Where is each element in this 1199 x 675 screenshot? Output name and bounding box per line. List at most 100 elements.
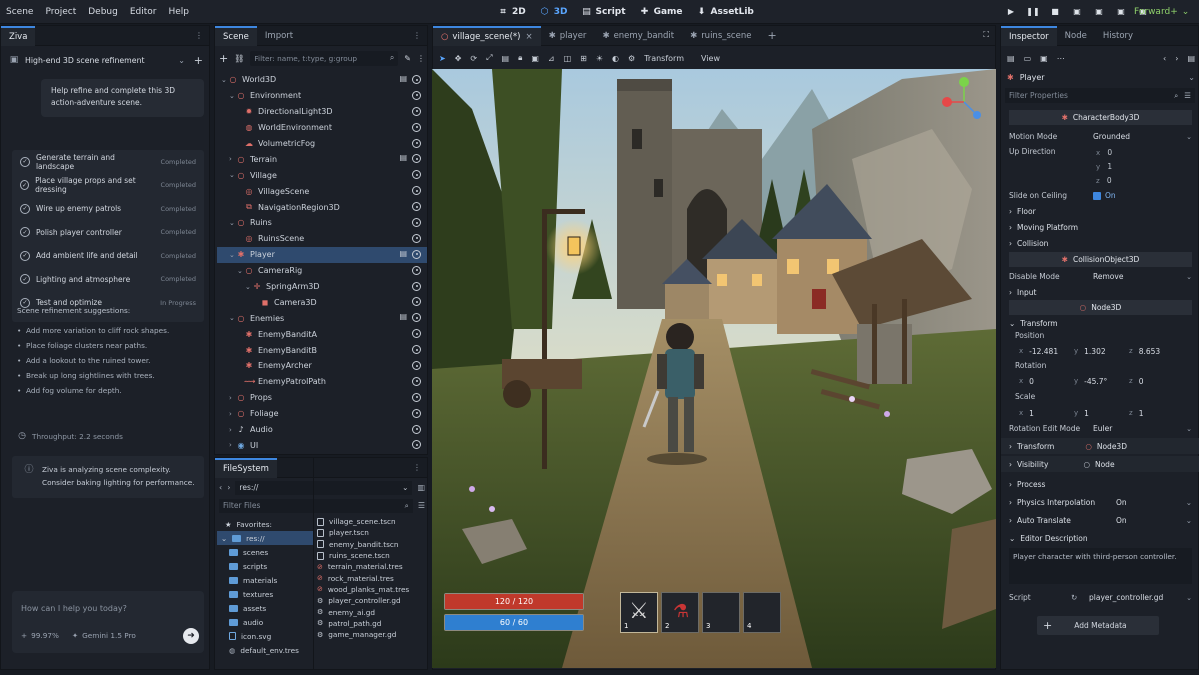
lock-icon[interactable]: 🔒︎ (518, 53, 522, 63)
favorites-row[interactable]: ★ Favorites: (217, 517, 313, 531)
chevron-right-icon[interactable]: › (229, 410, 236, 418)
tree-node[interactable]: › ○ Foliage (217, 406, 427, 422)
fs-root-row[interactable]: ⌄ res:// (217, 531, 313, 545)
environment-icon[interactable]: ◐ (612, 54, 619, 63)
section-floor[interactable]: › Floor (1001, 203, 1199, 219)
more-icon[interactable]: ⋯ (1057, 54, 1065, 63)
move-tool-icon[interactable]: ✥ (455, 54, 462, 63)
checkbox-icon[interactable] (1093, 191, 1101, 200)
fs-folder-row[interactable]: textures (217, 587, 313, 601)
prop-up-direction[interactable]: Up Direction x 0 y 1 z 0 (1001, 144, 1199, 188)
local-space-icon[interactable]: ◫ (564, 54, 572, 63)
tree-node[interactable]: ✱ EnemyBanditA (217, 326, 427, 342)
position-y[interactable]: y 1.302 (1074, 344, 1129, 358)
stop-icon[interactable]: ■ (1048, 4, 1062, 18)
fs-file-row[interactable]: ⚙ enemy_ai.gd (317, 606, 427, 617)
editor-description-text[interactable]: Player character with third-person contr… (1009, 548, 1192, 584)
tab-inspector[interactable]: Inspector (1001, 25, 1057, 46)
section-editor-description[interactable]: ⌄ Editor Description (1001, 530, 1199, 546)
visibility-eye-icon[interactable] (412, 408, 421, 418)
tree-node[interactable]: ✹ DirectionalLight3D (217, 104, 427, 120)
position-z[interactable]: z 8.653 (1129, 344, 1184, 358)
tree-node[interactable]: › ○ Props (217, 390, 427, 406)
fs-file-row[interactable]: player.tscn (317, 527, 427, 538)
chevron-down-icon[interactable]: ⌄ (229, 219, 236, 227)
section-physics-interpolation[interactable]: › Physics Interpolation On ⌄ (1001, 494, 1199, 510)
visibility-eye-icon[interactable] (412, 138, 421, 148)
chevron-down-icon[interactable]: ⌄ (237, 267, 244, 275)
scale-z[interactable]: z1 (1129, 406, 1184, 420)
fs-file-row[interactable]: ⊘ rock_material.tres (317, 572, 427, 583)
tab-ziva[interactable]: Ziva (1, 25, 36, 46)
chevron-down-icon[interactable]: ⌄ (221, 76, 228, 84)
tree-node[interactable]: ✱ EnemyBanditB (217, 342, 427, 358)
mode-script[interactable]: ▤ Script (581, 7, 625, 17)
section-transform[interactable]: ⌄ Transform (1001, 315, 1199, 331)
scene-tab[interactable]: ✱ enemy_bandit (594, 26, 682, 46)
scene-tab[interactable]: ○ village_scene(*) × (433, 25, 541, 46)
tree-node[interactable]: ⧉ NavigationRegion3D (217, 199, 427, 215)
add-tab-button[interactable]: + (759, 26, 784, 46)
rotation-y[interactable]: y -45.7° (1074, 374, 1129, 388)
chat-input[interactable]: How can I help you today? (21, 604, 127, 613)
visibility-eye-icon[interactable] (412, 281, 421, 291)
rotate-tool-icon[interactable]: ⟳ (470, 54, 477, 63)
menu-editor[interactable]: Editor (130, 7, 157, 17)
menu-project[interactable]: Project (45, 7, 76, 17)
tree-node[interactable]: ⌄ ○ Enemies ▤ (217, 310, 427, 326)
scene-tab[interactable]: ✱ ruins_scene (682, 26, 759, 46)
visibility-eye-icon[interactable] (412, 265, 421, 275)
play-icon[interactable]: ▶ (1004, 4, 1018, 18)
scale-y[interactable]: y1 (1074, 406, 1129, 420)
fs-file-row[interactable]: ⊘ terrain_material.tres (317, 561, 427, 572)
context-usage[interactable]: +99.97% (21, 631, 59, 640)
section-process[interactable]: › Process (1001, 476, 1199, 492)
scene-filter[interactable]: Filter: name, t:type, g:group ⌕ (250, 50, 399, 66)
snap-icon[interactable]: ⊞ (580, 54, 587, 63)
tree-node[interactable]: ⌄ ○ CameraRig (217, 263, 427, 279)
section-transform-node3d[interactable]: › Transform ○ Node3D (1001, 438, 1199, 454)
tree-node[interactable]: › ◉ UI (217, 437, 427, 453)
fs-file-row[interactable]: ruins_scene.tscn (317, 550, 427, 561)
gizmo-icon[interactable]: ⚙ (628, 54, 635, 63)
sort-icon[interactable]: ☰ (418, 501, 425, 510)
scene-tab[interactable]: ✱ player (541, 26, 595, 46)
scale-tool-icon[interactable]: ⤢ (486, 53, 492, 63)
position-x[interactable]: x -12.481 (1019, 344, 1074, 358)
tree-node[interactable]: ◼ Camera3D (217, 294, 427, 310)
chevron-down-icon[interactable]: ⌄ (229, 314, 236, 322)
hotbar-slot[interactable]: 3 (702, 592, 740, 633)
menu-debug[interactable]: Debug (88, 7, 118, 17)
fs-file-row[interactable]: ⚙ player_controller.gd (317, 595, 427, 606)
rotation-z[interactable]: z0 (1129, 374, 1184, 388)
tree-node[interactable]: ✱ EnemyArcher (217, 358, 427, 374)
menu-scene[interactable]: Scene (6, 7, 33, 17)
visibility-eye-icon[interactable] (412, 313, 421, 323)
tab-filesystem[interactable]: FileSystem (215, 457, 277, 478)
tree-node[interactable]: ☁ VolumetricFog (217, 136, 427, 152)
open-icon[interactable]: ▭ (1024, 54, 1032, 63)
view-menu[interactable]: View (701, 54, 720, 63)
fs-file-row[interactable]: icon.svg (217, 629, 313, 643)
forward-icon[interactable]: › (1175, 54, 1178, 63)
chevron-down-icon[interactable]: ⌄ (229, 171, 236, 179)
tree-node[interactable]: ⌄ ✛ SpringArm3D (217, 279, 427, 295)
mode-assetlib[interactable]: ⬇ AssetLib (697, 7, 754, 17)
split-view-icon[interactable]: ▥ (417, 483, 425, 492)
fs-filter[interactable]: Filter Files ⌕ (219, 498, 413, 513)
group-icon[interactable]: ▣ (531, 54, 539, 63)
section-auto-translate[interactable]: › Auto Translate On ⌄ (1001, 512, 1199, 528)
play-scene-icon[interactable]: ▣ (1092, 4, 1106, 18)
close-icon[interactable]: × (525, 32, 532, 42)
section-collision[interactable]: › Collision (1001, 235, 1199, 251)
scale-x[interactable]: x1 (1019, 406, 1074, 420)
tree-node[interactable]: ⌄ ○ World3D ▤ (217, 72, 427, 88)
prop-motion-mode[interactable]: Motion Mode Grounded ⌄ (1001, 129, 1199, 144)
fs-folder-row[interactable]: audio (217, 615, 313, 629)
prop-script[interactable]: Script ↻ player_controller.gd ⌄ (1001, 590, 1199, 605)
fs-folder-row[interactable]: assets (217, 601, 313, 615)
tree-node[interactable]: › ♪ Audio (217, 422, 427, 438)
menu-dots-icon[interactable]: ⋮ (413, 31, 421, 40)
visibility-eye-icon[interactable] (412, 75, 421, 84)
visibility-eye-icon[interactable] (412, 106, 421, 116)
